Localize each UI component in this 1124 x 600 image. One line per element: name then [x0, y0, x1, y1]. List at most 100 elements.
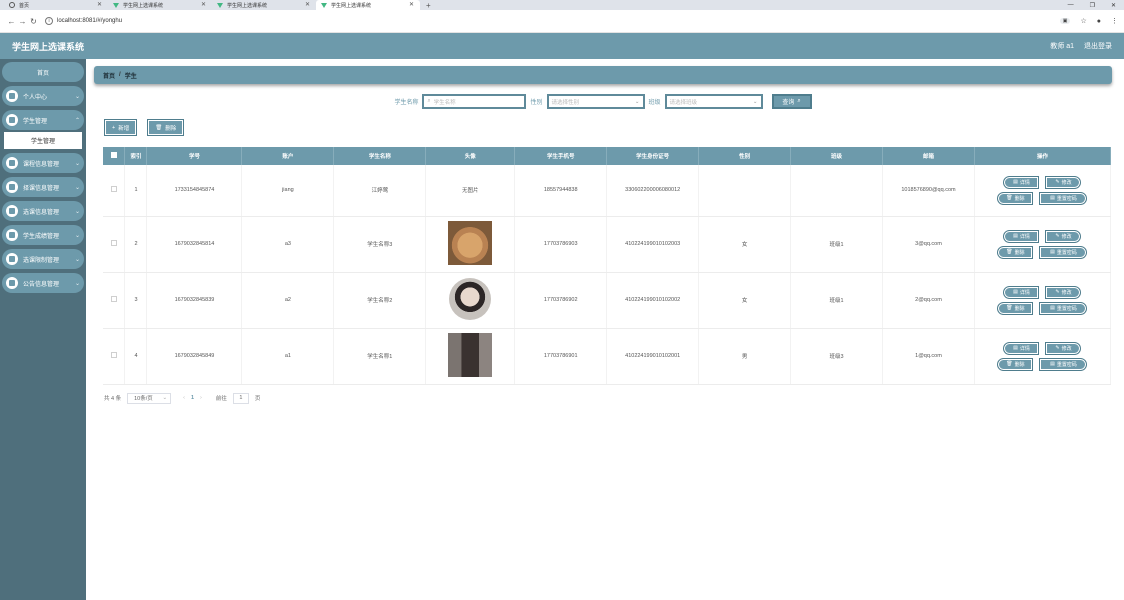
edit-button[interactable]: ✎ 修改: [1045, 229, 1082, 243]
browser-tab[interactable]: 首页 ✕: [4, 0, 108, 10]
avatar-image[interactable]: [448, 221, 493, 265]
delete-button[interactable]: 🗑 删除: [997, 191, 1034, 205]
edit-button[interactable]: ✎ 修改: [1045, 341, 1082, 355]
avatar-image[interactable]: [448, 333, 493, 377]
sidebar-item-limits[interactable]: 选课限制管理 ⌄: [2, 249, 84, 269]
avatar-cell: [425, 216, 516, 273]
reload-icon[interactable]: ↻: [28, 17, 39, 26]
reset-password-button[interactable]: ▤ 重置密码: [1039, 245, 1088, 259]
gender-select[interactable]: 请选择性别 ⌄: [546, 94, 645, 109]
detail-button[interactable]: ▤ 详情: [1003, 175, 1040, 189]
edit-label: 修改: [1061, 233, 1072, 240]
chevron-down-icon: ⌄: [74, 184, 80, 191]
close-icon[interactable]: ✕: [97, 1, 102, 8]
avatar-image[interactable]: [449, 278, 492, 320]
edit-button[interactable]: ✎ 修改: [1045, 285, 1082, 299]
url-text[interactable]: localhost:8081/#/yonghu: [57, 18, 122, 24]
window-close-icon[interactable]: ✕: [1111, 2, 1116, 9]
chevron-down-icon: ⌄: [74, 93, 80, 100]
list-icon: [6, 277, 18, 289]
sidebar-item-label: 选课信息管理: [23, 209, 60, 216]
minimize-icon[interactable]: —: [1068, 2, 1074, 9]
breadcrumb-home[interactable]: 首页: [103, 71, 115, 80]
browser-tab-active[interactable]: 学生网上选课系统 ✕: [316, 0, 420, 10]
column-header: 索引: [124, 147, 148, 165]
query-button[interactable]: 查询 ⌕: [771, 94, 812, 109]
row-checkbox[interactable]: [110, 240, 117, 246]
delete-button[interactable]: 🗑 删除: [997, 357, 1034, 371]
chevron-down-icon: ⌄: [74, 280, 80, 287]
phone-cell: 17703786901: [514, 328, 608, 385]
search-form: 学生名称 ⌕ 学生名称 性别 请选择性别 ⌄ 班级 请选择班级 ⌄ 查询 ⌕: [94, 94, 1112, 109]
content-area: 首页 / 学生 学生名称 ⌕ 学生名称 性别 请选择性别 ⌄ 班级 请选择班级 ⌄ 查…: [86, 59, 1124, 600]
restore-icon[interactable]: ❐: [1090, 2, 1095, 9]
edit-label: 修改: [1061, 289, 1072, 296]
sidebar-subitem-student-manage[interactable]: 学生管理: [4, 132, 82, 149]
close-icon[interactable]: ✕: [409, 1, 414, 8]
new-tab-icon[interactable]: +: [426, 1, 431, 10]
close-icon[interactable]: ✕: [305, 1, 310, 8]
column-header: 账户: [241, 147, 335, 165]
sidebar-item-courses[interactable]: 课程信息管理 ⌄: [2, 153, 84, 173]
sidebar-item-grades[interactable]: 学生成绩管理 ⌄: [2, 225, 84, 245]
row-actions-bottom: 🗑 删除 ▤ 重置密码: [997, 191, 1088, 205]
reset-password-button[interactable]: ▤ 重置密码: [1039, 191, 1088, 205]
goto-page-input[interactable]: 1: [232, 392, 249, 404]
name-cell: 学生名称3: [333, 216, 427, 273]
detail-button[interactable]: ▤ 详情: [1003, 285, 1040, 299]
detail-button[interactable]: ▤ 详情: [1003, 229, 1040, 243]
profile-icon[interactable]: ●: [1097, 18, 1101, 25]
index-cell: 2: [124, 216, 148, 273]
row-select-cell: [103, 328, 126, 385]
row-checkbox[interactable]: [110, 296, 117, 302]
current-page[interactable]: 1: [191, 395, 194, 401]
class-select[interactable]: 请选择班级 ⌄: [664, 94, 763, 109]
select-all-checkbox[interactable]: [110, 152, 117, 158]
row-actions-bottom: 🗑 删除 ▤ 重置密码: [997, 245, 1088, 259]
document-icon: ▤: [1050, 361, 1055, 367]
browser-tab[interactable]: 学生网上选课系统 ✕: [108, 0, 212, 10]
bookmark-star-icon[interactable]: ☆: [1080, 17, 1086, 25]
name-cell: 学生名称2: [333, 272, 427, 329]
phone-cell: 17703786902: [514, 272, 608, 329]
reset-password-button[interactable]: ▤ 重置密码: [1039, 357, 1088, 371]
reset-password-button[interactable]: ▤ 重置密码: [1039, 301, 1088, 315]
row-checkbox[interactable]: [110, 186, 117, 193]
site-info-icon[interactable]: i: [45, 17, 53, 25]
globe-icon: [9, 2, 15, 8]
browser-tab[interactable]: 学生网上选课系统 ✕: [212, 0, 316, 10]
sidebar-item-notices[interactable]: 公告信息管理 ⌄: [2, 273, 84, 293]
detail-button[interactable]: ▤ 详情: [1003, 341, 1040, 355]
sidebar-item-course-choice[interactable]: 择课信息管理 ⌄: [2, 177, 84, 197]
document-icon: ▤: [1013, 179, 1018, 186]
delete-button[interactable]: 🗑 删除: [997, 245, 1034, 259]
window-controls: — ❐ ✕: [1068, 2, 1124, 9]
search-icon: ⌕: [797, 98, 801, 104]
sidebar-item-selection[interactable]: 选课信息管理 ⌄: [2, 201, 84, 221]
forward-icon[interactable]: →: [17, 17, 28, 26]
back-icon[interactable]: ←: [6, 17, 17, 26]
next-page-icon[interactable]: ›: [200, 395, 202, 401]
query-label: 查询: [782, 100, 795, 106]
logout-link[interactable]: 退出登录: [1084, 41, 1112, 51]
sidebar-item-students[interactable]: 学生管理 ⌃: [2, 110, 84, 130]
ops-cell: ▤ 详情 ✎ 修改 🗑 删除 ▤ 重置密码: [974, 272, 1112, 329]
delete-button[interactable]: 🗑 删除: [997, 301, 1034, 315]
row-checkbox[interactable]: [110, 352, 117, 358]
translate-icon[interactable]: ▣: [1059, 18, 1071, 24]
add-button[interactable]: + 新增: [104, 119, 138, 136]
name-search-input[interactable]: ⌕ 学生名称: [422, 94, 527, 109]
menu-dots-icon[interactable]: ⋮: [1111, 17, 1118, 25]
email-cell: 1018576890@qq.com: [882, 165, 975, 217]
header-user-area: 教师 a1 退出登录: [1050, 41, 1112, 51]
batch-delete-button[interactable]: 🗑 删除: [147, 119, 185, 136]
column-header: 学生身份证号: [606, 147, 700, 165]
sidebar-item-home[interactable]: 首页: [2, 62, 84, 82]
prev-page-icon[interactable]: ‹: [183, 395, 185, 401]
delete-label: 删除: [1014, 361, 1025, 368]
page-size-select[interactable]: 10条/页 ⌄: [127, 392, 172, 404]
sidebar-item-personal[interactable]: 个人中心 ⌄: [2, 86, 84, 106]
close-icon[interactable]: ✕: [201, 1, 206, 8]
select-all-header[interactable]: [103, 147, 126, 165]
edit-button[interactable]: ✎ 修改: [1045, 175, 1082, 189]
